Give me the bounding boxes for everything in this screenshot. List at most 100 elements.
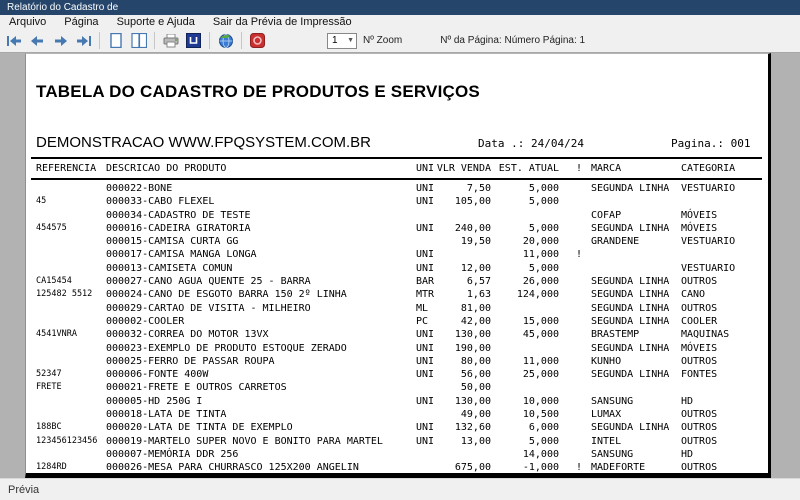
menu-arquivo[interactable]: Arquivo [0, 15, 55, 29]
cell-vlr: 1,63 [466, 289, 491, 301]
column-header-flag: ! [576, 163, 583, 174]
zoom-select[interactable]: 1 ▼ [327, 32, 357, 49]
report-subtitle: DEMONSTRACAO WWW.FPQSYSTEM.COM.BR [36, 134, 372, 151]
cell-cat: COOLER [681, 315, 718, 327]
cell-vlr: 130,00 [454, 395, 491, 407]
cell-marca: SEGUNDA LINHA [591, 289, 670, 301]
last-page-button[interactable] [72, 30, 95, 51]
cell-est: 26,000 [522, 276, 559, 288]
cell-cat: OUTROS [681, 462, 718, 473]
web-export-button[interactable] [214, 30, 237, 51]
cell-desc: 000020-LATA DE TINTA DE EXEMPLO [106, 422, 293, 434]
print-preview-area[interactable]: TABELA DO CADASTRO DE PRODUTOS E SERVIÇO… [0, 53, 800, 478]
cell-vlr: 130,00 [454, 329, 491, 341]
column-header-descricao: DESCRICAO DO PRODUTO [106, 163, 227, 174]
previous-page-icon [31, 35, 43, 46]
report-title: TABELA DO CADASTRO DE PRODUTOS E SERVIÇO… [36, 82, 480, 101]
table-row: 52347 000006-FONTE 400W UNI 56,00 25,000 SEGU… [26, 368, 768, 381]
zoom-label: Nº Zoom [363, 35, 403, 46]
cell-ref: 125482 5512 [36, 289, 93, 300]
cell-marca: LUMAX [591, 409, 622, 421]
cell-est: 5,000 [528, 262, 559, 274]
cell-vlr: 80,00 [460, 355, 491, 367]
cell-est: 5,000 [528, 183, 559, 194]
cell-est: 10,000 [522, 395, 559, 407]
toolbar-separator [154, 32, 155, 49]
cell-ref: 188BC [36, 422, 62, 433]
cell-uni: UNI [416, 249, 435, 261]
table-row: 000022-BONE UNI 7,50 5,000 SEGUNDA LINHA VEST… [26, 182, 768, 195]
report-subheader: DEMONSTRACAO WWW.FPQSYSTEM.COM.BR Data .… [26, 134, 768, 154]
toolbar: 1 ▼ Nº Zoom Nº da Página: Número Página:… [0, 29, 800, 53]
last-page-icon [77, 35, 91, 46]
cell-cat: OUTROS [681, 355, 718, 367]
status-bar: Prévia [0, 478, 800, 500]
cell-est: 20,000 [522, 236, 559, 248]
cell-vlr: 190,00 [454, 342, 491, 354]
cell-desc: 000005-HD 250G I [106, 395, 203, 407]
table-row: 000029-CARTAO DE VISITA - MILHEIRO ML 81,0… [26, 302, 768, 315]
report-date: Data .: 24/04/24 [478, 137, 584, 150]
table-row: 000002-COOLER PC 42,00 15,000 SEGUNDA LINHA C… [26, 315, 768, 328]
cell-marca: SEGUNDA LINHA [591, 222, 670, 234]
cell-ref: FRETE [36, 382, 62, 393]
first-page-button[interactable] [3, 30, 26, 51]
column-header-categoria: CATEGORIA [681, 163, 736, 174]
cell-desc: 000002-COOLER [106, 315, 185, 327]
cell-marca: GRANDENE [591, 236, 640, 248]
cell-vlr: 12,00 [460, 262, 491, 274]
cell-marca: SEGUNDA LINHA [591, 302, 670, 314]
cell-cat: OUTROS [681, 422, 718, 434]
cell-marca: SEGUNDA LINHA [591, 276, 670, 288]
cell-cat: MÓVEIS [681, 222, 718, 234]
cell-marca: SEGUNDA LINHA [591, 342, 670, 354]
menu-sair-previa[interactable]: Sair da Prévia de Impressão [204, 15, 361, 29]
print-button[interactable] [159, 30, 182, 51]
cell-ref: 52347 [36, 369, 62, 380]
cell-marca: MADEFORTE [591, 462, 646, 473]
cell-marca: SEGUNDA LINHA [591, 369, 670, 381]
first-page-icon [7, 35, 21, 46]
cell-est: 6,000 [528, 422, 559, 434]
cell-vlr: 50,00 [460, 382, 491, 394]
cell-desc: 000033-CABO FLEXEL [106, 196, 215, 208]
cell-desc: 000016-CADEIRA GIRATORIA [106, 222, 251, 234]
cell-marca: SEGUNDA LINHA [591, 315, 670, 327]
table-row: 454575 000016-CADEIRA GIRATORIA UNI 240,00 5… [26, 222, 768, 235]
close-preview-button[interactable] [246, 30, 269, 51]
two-page-view-button[interactable] [127, 30, 150, 51]
status-text: Prévia [8, 483, 40, 496]
page-setup-button[interactable] [182, 30, 205, 51]
menu-pagina[interactable]: Página [55, 15, 107, 29]
cell-vlr: 132,60 [454, 422, 491, 434]
menu-suporte-ajuda[interactable]: Suporte e Ajuda [108, 15, 204, 29]
next-page-icon [55, 35, 67, 46]
previous-page-button[interactable] [26, 30, 49, 51]
web-export-icon [218, 33, 233, 48]
single-page-view-button[interactable] [104, 30, 127, 51]
cell-est: 5,000 [528, 222, 559, 234]
cell-vlr: 56,00 [460, 369, 491, 381]
cell-cat: VESTUARIO [681, 262, 736, 274]
cell-ref: 45 [36, 196, 47, 207]
page-setup-icon [186, 33, 201, 48]
cell-marca: COFAP [591, 209, 622, 221]
cell-desc: 000019-MARTELO SUPER NOVO E BONITO PARA … [106, 435, 383, 447]
table-row: 000023-EXEMPLO DE PRODUTO ESTOQUE ZERADO… [26, 342, 768, 355]
cell-cat: OUTROS [681, 435, 718, 447]
cell-cat: MÓVEIS [681, 342, 718, 354]
cell-vlr: 7,50 [466, 183, 491, 194]
cell-vlr: 19,50 [460, 236, 491, 248]
printer-icon [163, 33, 178, 47]
cell-cat: VESTUARIO [681, 183, 736, 194]
cell-desc: 000026-MESA PARA CHURRASCO 125X200 ANGEL… [106, 462, 359, 473]
cell-est: 124,000 [516, 289, 559, 301]
cell-flag: ! [576, 249, 583, 261]
cell-est: 25,000 [522, 369, 559, 381]
next-page-button[interactable] [49, 30, 72, 51]
cell-est: 15,000 [522, 315, 559, 327]
window-title: Relatório do Cadastro de [7, 2, 119, 13]
cell-cat: OUTROS [681, 302, 718, 314]
cell-est: 14,000 [522, 448, 559, 460]
cell-est: 5,000 [528, 435, 559, 447]
